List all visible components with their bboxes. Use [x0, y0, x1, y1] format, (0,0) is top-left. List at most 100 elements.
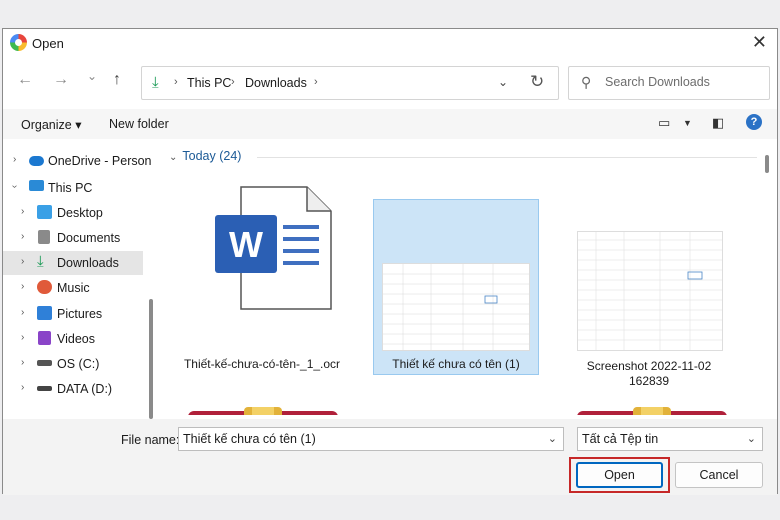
browser-app-icon [10, 34, 27, 51]
videos-icon [38, 331, 51, 345]
breadcrumb-downloads[interactable]: Downloads [245, 76, 307, 90]
recent-locations-chevron-icon[interactable]: ⌄ [87, 69, 97, 83]
sidebar-item-onedrive[interactable]: › OneDrive - Person [3, 149, 152, 173]
chevron-down-icon[interactable]: ⌄ [548, 432, 557, 445]
file-list-scrollbar[interactable] [765, 155, 769, 173]
back-arrow-icon[interactable]: ← [17, 71, 33, 89]
search-icon: ⚲ [581, 74, 592, 90]
breadcrumb-separator-icon: › [174, 76, 178, 88]
cancel-button[interactable]: Cancel [675, 462, 763, 488]
preview-pane-icon[interactable]: ◧ [712, 115, 724, 131]
file-name: Screenshot 2022-11-02 162839 [586, 359, 712, 388]
view-dropdown-icon[interactable]: ▼ [683, 118, 692, 128]
sidebar-item-desktop[interactable]: › Desktop [3, 201, 143, 225]
download-icon: ⤓ [37, 253, 44, 270]
file-name: Thiết kế chưa có tên (1) [392, 357, 520, 371]
group-divider [257, 157, 757, 158]
sidebar-item-documents[interactable]: › Documents [3, 226, 143, 250]
breadcrumb-separator-icon: › [314, 76, 318, 88]
file-item-archive[interactable] [179, 401, 345, 415]
sidebar-item-this-pc[interactable]: › This PC [3, 176, 143, 200]
sidebar-item-pictures[interactable]: › Pictures [3, 302, 143, 326]
dialog-title: Open [32, 36, 64, 51]
file-type-value: Tất cả Tệp tin [582, 432, 659, 446]
file-item-screenshot[interactable]: Screenshot 2022-11-02 162839 [566, 199, 732, 388]
search-input[interactable] [605, 75, 755, 89]
sidebar-item-label: Videos [57, 332, 95, 346]
sidebar-item-os-c[interactable]: › OS (C:) [3, 352, 143, 376]
desktop-icon [37, 205, 52, 219]
group-header[interactable]: ⌄ Today (24) [169, 149, 241, 163]
navigation-row: ← → ⌄ ↑ ⤓ › This PC › Downloads › ⌄ ↻ ⚲ [3, 63, 777, 103]
sidebar-item-music[interactable]: › Music [3, 276, 143, 300]
file-name-label: File name: [121, 433, 180, 447]
file-item-selected[interactable]: Thiết kế chưa có tên (1) [373, 199, 539, 375]
expand-chevron-icon[interactable]: › [21, 256, 24, 267]
spreadsheet-thumbnail [382, 263, 530, 351]
expand-chevron-icon[interactable]: › [21, 281, 24, 292]
file-name: Thiết-kế-chưa-có-tên-_1_.ocr [183, 357, 341, 371]
file-list: ⌄ Today (24) W Thiết-kế-chưa-có-tên-_1_.o… [161, 145, 761, 415]
sidebar-item-label: Documents [57, 231, 121, 245]
collapse-chevron-icon[interactable]: › [9, 185, 20, 188]
expand-chevron-icon[interactable]: › [21, 307, 24, 318]
address-bar[interactable]: ⤓ › This PC › Downloads › ⌄ ↻ [141, 66, 559, 100]
sidebar-item-data-d[interactable]: › DATA (D:) [3, 377, 143, 401]
file-item-word[interactable]: W Thiết-kế-chưa-có-tên-_1_.ocr [179, 171, 345, 371]
view-options-icon[interactable]: ▭ [658, 115, 670, 131]
command-bar: Organize ▾ New folder ▭ ▼ ◧ ? [3, 109, 777, 139]
title-bar: Open ✕ [3, 29, 777, 59]
expand-chevron-icon[interactable]: › [13, 154, 16, 165]
group-title: Today (24) [182, 149, 242, 163]
sidebar-item-videos[interactable]: › Videos [3, 327, 143, 351]
sidebar-item-label: Pictures [57, 307, 103, 321]
sidebar-item-downloads[interactable]: › ⤓ Downloads [3, 251, 143, 275]
sidebar-item-label: Music [57, 281, 90, 295]
address-dropdown-icon[interactable]: ⌄ [498, 75, 508, 89]
forward-arrow-icon[interactable]: → [53, 71, 69, 89]
sidebar-item-label: Downloads [57, 256, 119, 270]
open-button[interactable]: Open [576, 462, 663, 488]
sidebar-item-label: This PC [48, 181, 93, 195]
music-icon [37, 280, 52, 294]
drive-icon [37, 386, 52, 391]
dialog-footer: File name: Thiết kế chưa có tên (1) ⌄ Tấ… [3, 419, 777, 495]
documents-icon [38, 230, 50, 244]
file-name-input[interactable]: Thiết kế chưa có tên (1) ⌄ [178, 427, 564, 451]
sidebar-item-label: OS (C:) [57, 357, 100, 371]
word-document-icon: W [215, 186, 332, 310]
expand-chevron-icon[interactable]: › [21, 382, 24, 393]
help-icon[interactable]: ? [746, 114, 762, 130]
up-arrow-icon[interactable]: ↑ [113, 71, 121, 89]
search-box[interactable]: ⚲ [568, 66, 770, 100]
screenshot-thumbnail [577, 231, 723, 351]
expand-chevron-icon[interactable]: › [21, 332, 24, 343]
expand-chevron-icon[interactable]: › [21, 206, 24, 217]
sidebar-item-label: DATA (D:) [57, 382, 113, 396]
close-icon[interactable]: ✕ [752, 32, 767, 53]
expand-chevron-icon[interactable]: › [21, 231, 24, 242]
pictures-icon [37, 306, 52, 320]
new-folder-button[interactable]: New folder [109, 117, 169, 131]
drive-icon [37, 360, 52, 366]
cloud-icon [29, 156, 44, 166]
expand-chevron-icon[interactable]: › [21, 357, 24, 368]
file-item-archive[interactable] [566, 401, 732, 415]
svg-text:W: W [229, 224, 263, 265]
sidebar-scrollbar[interactable] [149, 299, 153, 419]
winrar-archive-icon [188, 407, 338, 415]
breadcrumb-this-pc[interactable]: This PC [187, 76, 231, 90]
refresh-icon[interactable]: ↻ [530, 72, 544, 92]
sidebar-item-label: OneDrive - Person [48, 154, 152, 168]
file-type-select[interactable]: Tất cả Tệp tin ⌄ [577, 427, 763, 451]
file-name-value: Thiết kế chưa có tên (1) [183, 432, 316, 446]
navigation-pane: › OneDrive - Person › This PC › Desktop … [3, 145, 157, 419]
sidebar-item-label: Desktop [57, 206, 103, 220]
collapse-chevron-icon[interactable]: ⌄ [169, 152, 177, 163]
breadcrumb-separator-icon: › [231, 76, 235, 88]
organize-button[interactable]: Organize ▾ [21, 117, 81, 132]
chevron-down-icon[interactable]: ⌄ [747, 432, 756, 445]
open-dialog: Open ✕ ← → ⌄ ↑ ⤓ › This PC › Downloads ›… [2, 28, 778, 495]
monitor-icon [29, 180, 44, 191]
winrar-archive-icon [577, 407, 727, 415]
